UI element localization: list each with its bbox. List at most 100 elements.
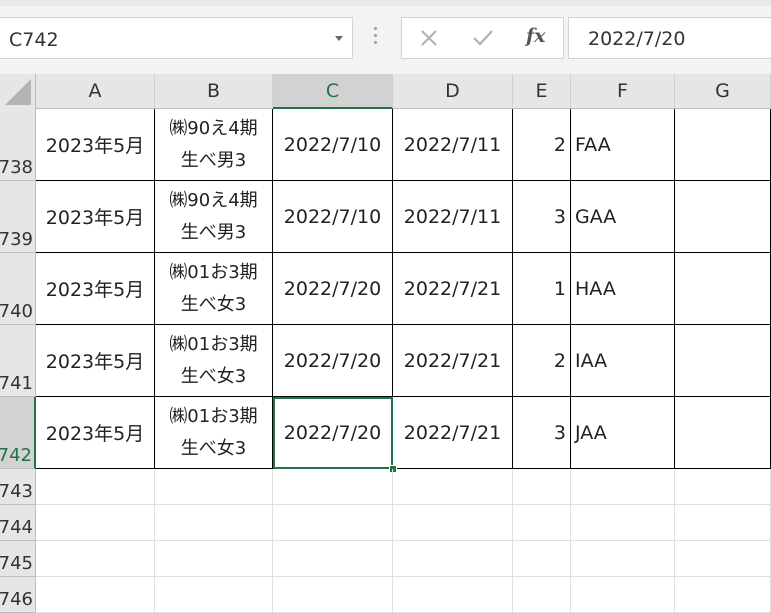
cell-f741[interactable]: IAA	[571, 325, 675, 397]
select-all-icon[interactable]	[5, 79, 31, 105]
cell-c740[interactable]: 2022/7/20	[273, 253, 393, 325]
cell-e741[interactable]: 2	[513, 325, 571, 397]
column-header-c[interactable]: C	[273, 74, 393, 109]
cell-g744[interactable]	[675, 505, 771, 541]
cell-e743[interactable]	[513, 469, 571, 505]
cell-a746[interactable]	[36, 577, 155, 613]
cell-c743[interactable]	[273, 469, 393, 505]
cell-d744[interactable]	[393, 505, 513, 541]
row-number: 745	[0, 553, 33, 574]
cell-a739[interactable]: 2023年5月	[36, 181, 155, 253]
row-header-745[interactable]: 745	[0, 541, 36, 577]
cell-d739[interactable]: 2022/7/11	[393, 181, 513, 253]
formula-input[interactable]: 2022/7/20	[568, 17, 771, 59]
row-header-739[interactable]: 739	[0, 181, 36, 253]
cell-e740[interactable]: 1	[513, 253, 571, 325]
cell-a738[interactable]: 2023年5月	[36, 109, 155, 181]
row-header-742[interactable]: 742	[0, 397, 36, 469]
cell-e744[interactable]	[513, 505, 571, 541]
cell-e739[interactable]: 3	[513, 181, 571, 253]
cell-c745[interactable]	[273, 541, 393, 577]
cell-b741[interactable]: ㈱01お3期 生べ女3	[155, 325, 273, 397]
column-header-a[interactable]: A	[36, 74, 155, 109]
cell-d743[interactable]	[393, 469, 513, 505]
column-header-g[interactable]: G	[675, 74, 771, 109]
name-box[interactable]: C742	[0, 17, 353, 59]
cell-d740[interactable]: 2022/7/21	[393, 253, 513, 325]
cell-b742[interactable]: ㈱01お3期 生べ女3	[155, 397, 273, 469]
select-all-button[interactable]	[0, 74, 36, 109]
cell-a745[interactable]	[36, 541, 155, 577]
cell-c742[interactable]: 2022/7/20	[273, 397, 393, 469]
cell-g738[interactable]	[675, 109, 771, 181]
cell-d742[interactable]: 2022/7/21	[393, 397, 513, 469]
cell-text-line1: ㈱90え4期	[169, 117, 258, 139]
check-icon[interactable]	[470, 26, 496, 50]
column-header-b[interactable]: B	[155, 74, 273, 109]
cell-d746[interactable]	[393, 577, 513, 613]
cell-e742[interactable]: 3	[513, 397, 571, 469]
cell-a741[interactable]: 2023年5月	[36, 325, 155, 397]
cell-f746[interactable]	[571, 577, 675, 613]
column-header-e[interactable]: E	[513, 74, 571, 109]
cell-text: 2023年5月	[45, 351, 145, 373]
cell-c739[interactable]: 2022/7/10	[273, 181, 393, 253]
column-header-f[interactable]: F	[571, 74, 675, 109]
column-header-d[interactable]: D	[393, 74, 513, 109]
cell-b745[interactable]	[155, 541, 273, 577]
cell-e738[interactable]: 2	[513, 109, 571, 181]
cell-text-line2: 生べ男3	[180, 221, 247, 243]
row-header-746[interactable]: 746	[0, 577, 36, 613]
cell-f745[interactable]	[571, 541, 675, 577]
name-box-value[interactable]: C742	[9, 29, 59, 51]
row-header-738[interactable]: 738	[0, 109, 36, 181]
cell-b739[interactable]: ㈱90え4期 生べ男3	[155, 181, 273, 253]
cell-a742[interactable]: 2023年5月	[36, 397, 155, 469]
cell-c744[interactable]	[273, 505, 393, 541]
cell-g745[interactable]	[675, 541, 771, 577]
cell-c738[interactable]: 2022/7/10	[273, 109, 393, 181]
formula-value[interactable]: 2022/7/20	[588, 28, 685, 50]
cell-b743[interactable]	[155, 469, 273, 505]
cell-g739[interactable]	[675, 181, 771, 253]
cell-g743[interactable]	[675, 469, 771, 505]
cell-a740[interactable]: 2023年5月	[36, 253, 155, 325]
cell-text: GAA	[575, 205, 617, 228]
cell-c741[interactable]: 2022/7/20	[273, 325, 393, 397]
cell-b738[interactable]: ㈱90え4期 生べ男3	[155, 109, 273, 181]
cell-g742[interactable]	[675, 397, 771, 469]
row-header-743[interactable]: 743	[0, 469, 36, 505]
cell-g740[interactable]	[675, 253, 771, 325]
cell-f743[interactable]	[571, 469, 675, 505]
cell-c746[interactable]	[273, 577, 393, 613]
chevron-down-icon[interactable]	[335, 36, 343, 41]
row-header-741[interactable]: 741	[0, 325, 36, 397]
cell-a743[interactable]	[36, 469, 155, 505]
cell-f740[interactable]: HAA	[571, 253, 675, 325]
row-header-740[interactable]: 740	[0, 253, 36, 325]
cell-b746[interactable]	[155, 577, 273, 613]
cell-e746[interactable]	[513, 577, 571, 613]
cell-f739[interactable]: GAA	[571, 181, 675, 253]
close-icon[interactable]	[417, 26, 441, 50]
cell-g741[interactable]	[675, 325, 771, 397]
cell-f742[interactable]: JAA	[571, 397, 675, 469]
cell-text-line2: 生べ男3	[180, 149, 247, 171]
cell-d738[interactable]: 2022/7/11	[393, 109, 513, 181]
cell-b740[interactable]: ㈱01お3期 生べ女3	[155, 253, 273, 325]
row-header-744[interactable]: 744	[0, 505, 36, 541]
cell-text: FAA	[575, 133, 611, 156]
cell-d745[interactable]	[393, 541, 513, 577]
cell-f738[interactable]: FAA	[571, 109, 675, 181]
cell-f744[interactable]	[571, 505, 675, 541]
insert-function-button[interactable]: fx	[526, 25, 546, 47]
row-number: 746	[0, 589, 33, 610]
grip-icon[interactable]	[373, 27, 379, 49]
cell-b744[interactable]	[155, 505, 273, 541]
cell-e745[interactable]	[513, 541, 571, 577]
cell-a744[interactable]	[36, 505, 155, 541]
cell-d741[interactable]: 2022/7/21	[393, 325, 513, 397]
cell-text-line2: 生べ女3	[180, 437, 247, 459]
cell-g746[interactable]	[675, 577, 771, 613]
cell-text-line1: ㈱90え4期	[169, 189, 258, 211]
